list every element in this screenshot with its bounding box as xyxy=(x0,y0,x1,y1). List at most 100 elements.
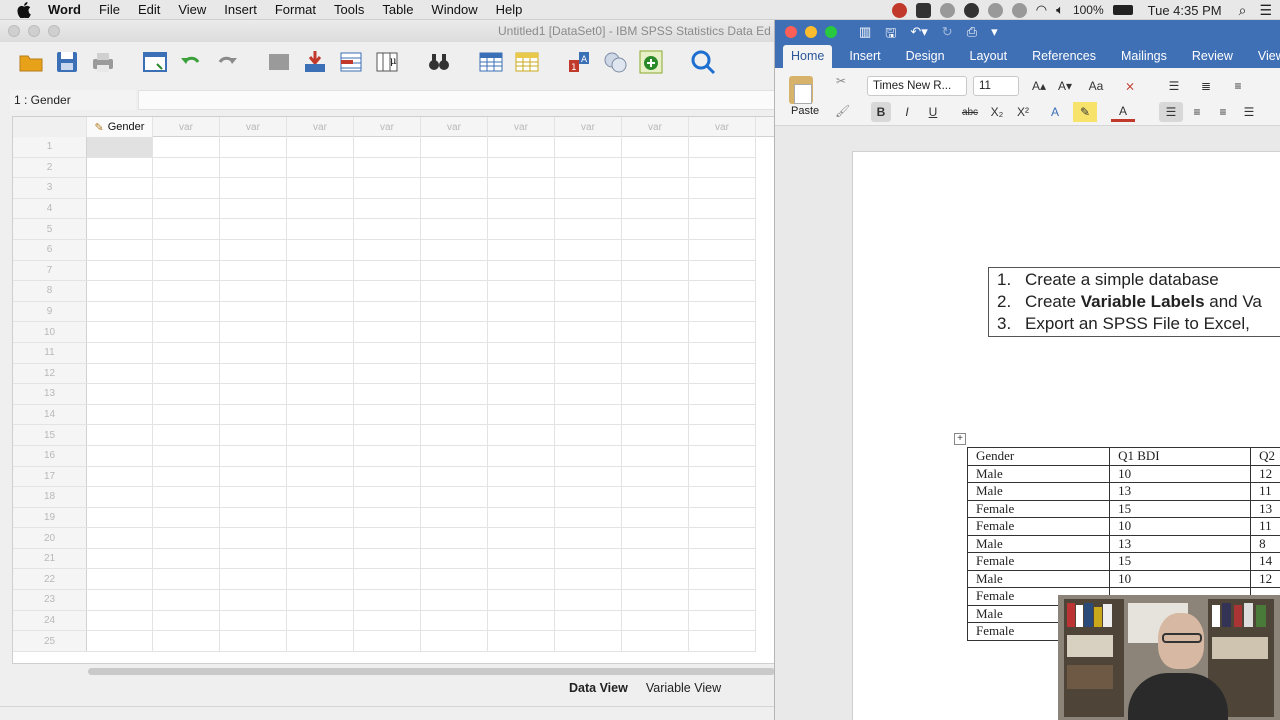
grid-cell[interactable] xyxy=(153,301,220,322)
grid-cell[interactable] xyxy=(421,281,488,301)
table-cell[interactable]: 12 xyxy=(1250,464,1280,483)
grid-cell[interactable] xyxy=(421,590,488,610)
grid-cell[interactable] xyxy=(421,137,488,157)
grid-cell[interactable] xyxy=(287,590,354,610)
grid-cell[interactable] xyxy=(153,239,220,260)
grid-cell[interactable] xyxy=(220,445,287,466)
row-number[interactable]: 21 xyxy=(13,548,87,569)
grid-cell[interactable] xyxy=(689,507,756,528)
grid-cell[interactable] xyxy=(87,260,153,281)
align-left-icon[interactable]: ☰ xyxy=(1159,102,1183,122)
row-number[interactable]: 15 xyxy=(13,425,87,445)
tab-data-view[interactable]: Data View xyxy=(560,677,637,699)
grid-cell[interactable] xyxy=(87,569,153,590)
open-folder-icon[interactable] xyxy=(16,47,46,77)
grid-cell[interactable] xyxy=(622,198,689,219)
table-cell[interactable]: Female xyxy=(966,499,1111,518)
grid-cell[interactable] xyxy=(287,239,354,260)
table-cell[interactable]: 11 xyxy=(1250,517,1280,536)
grid-cell[interactable] xyxy=(421,487,488,507)
row-number[interactable]: 14 xyxy=(13,404,87,425)
grid-cell[interactable] xyxy=(622,322,689,342)
minimize-button[interactable] xyxy=(28,25,40,37)
print-icon[interactable]: ⎙ xyxy=(967,24,977,46)
grid-cell[interactable] xyxy=(622,610,689,631)
grid-cell[interactable] xyxy=(555,363,622,384)
grid-cell[interactable] xyxy=(153,487,220,507)
row-number[interactable]: 19 xyxy=(13,507,87,528)
grid-cell[interactable] xyxy=(87,466,153,487)
variables-icon[interactable] xyxy=(336,47,366,77)
grid-cell[interactable] xyxy=(87,322,153,342)
grid-cell[interactable] xyxy=(421,528,488,548)
redo-icon[interactable] xyxy=(212,47,242,77)
table-cell[interactable]: 13 xyxy=(1109,482,1252,501)
row-number[interactable]: 23 xyxy=(13,590,87,610)
grid-cell[interactable] xyxy=(87,487,153,507)
table-cell[interactable]: Male xyxy=(966,534,1111,553)
grid-cell[interactable] xyxy=(87,137,153,157)
grid-cell[interactable] xyxy=(622,631,689,651)
grid-cell[interactable] xyxy=(354,610,421,631)
grid-cell[interactable] xyxy=(220,157,287,178)
row-number[interactable]: 6 xyxy=(13,239,87,260)
column-header-var[interactable]: var xyxy=(488,117,555,137)
grid-cell[interactable] xyxy=(488,548,555,569)
grid-cell[interactable] xyxy=(421,198,488,219)
grid-cell[interactable] xyxy=(87,281,153,301)
grid-cell[interactable] xyxy=(488,528,555,548)
wifi-icon[interactable]: ◠ xyxy=(1036,2,1047,18)
menu-insert[interactable]: Insert xyxy=(224,2,257,17)
grid-cell[interactable] xyxy=(689,384,756,404)
grid-cell[interactable] xyxy=(555,404,622,425)
paste-clipboard-icon[interactable] xyxy=(789,76,813,104)
table-cell[interactable]: 13 xyxy=(1109,534,1252,553)
bullets-icon[interactable]: ☰ xyxy=(1161,76,1187,96)
table-cell[interactable]: Q2 xyxy=(1250,447,1280,466)
grid-cell[interactable] xyxy=(354,157,421,178)
cut-scissors-icon[interactable]: ✂ xyxy=(836,74,846,88)
tab-home[interactable]: Home xyxy=(783,45,833,68)
grid-cell[interactable] xyxy=(488,631,555,651)
grid-cell[interactable] xyxy=(87,342,153,363)
grid-cell[interactable] xyxy=(689,301,756,322)
zoom-button[interactable] xyxy=(825,26,837,38)
grid-cell[interactable] xyxy=(689,445,756,466)
grid-cell[interactable] xyxy=(488,445,555,466)
grid-cell[interactable] xyxy=(488,322,555,342)
grid-cell[interactable] xyxy=(689,219,756,239)
grid-cell[interactable] xyxy=(555,466,622,487)
grid-cell[interactable] xyxy=(689,631,756,651)
weight-cases-icon[interactable] xyxy=(600,47,630,77)
print-icon[interactable] xyxy=(88,47,118,77)
grid-cell[interactable] xyxy=(354,301,421,322)
add-extension-icon[interactable] xyxy=(636,47,666,77)
grid-cell[interactable] xyxy=(555,342,622,363)
save-icon[interactable]: 🖫︎ xyxy=(885,24,896,46)
undo-icon[interactable]: ↶▾ xyxy=(910,24,927,46)
paste-label[interactable]: Paste xyxy=(791,105,819,117)
battery-icon[interactable] xyxy=(1112,5,1133,15)
insert-cases-icon[interactable] xyxy=(476,47,506,77)
tab-insert[interactable]: Insert xyxy=(841,45,888,68)
grid-cell[interactable] xyxy=(622,425,689,445)
menu-edit[interactable]: Edit xyxy=(138,2,160,17)
goto-variable-icon[interactable] xyxy=(300,47,330,77)
grid-cell[interactable] xyxy=(87,507,153,528)
grid-cell[interactable] xyxy=(421,569,488,590)
grid-cell[interactable] xyxy=(153,528,220,548)
grid-cell[interactable] xyxy=(622,239,689,260)
bold-button[interactable]: B xyxy=(871,102,891,122)
grid-cell[interactable] xyxy=(87,384,153,404)
grid-cell[interactable] xyxy=(220,239,287,260)
grid-cell[interactable] xyxy=(689,487,756,507)
grid-cell[interactable] xyxy=(220,548,287,569)
grid-cell[interactable] xyxy=(354,528,421,548)
table-cell[interactable]: 13 xyxy=(1250,499,1280,518)
grid-cell[interactable] xyxy=(555,322,622,342)
menu-help[interactable]: Help xyxy=(496,2,523,17)
grid-cell[interactable] xyxy=(87,590,153,610)
vpn-icon[interactable] xyxy=(987,2,1003,18)
row-number[interactable]: 5 xyxy=(13,219,87,239)
table-cell[interactable]: Q1 BDI xyxy=(1109,447,1252,466)
